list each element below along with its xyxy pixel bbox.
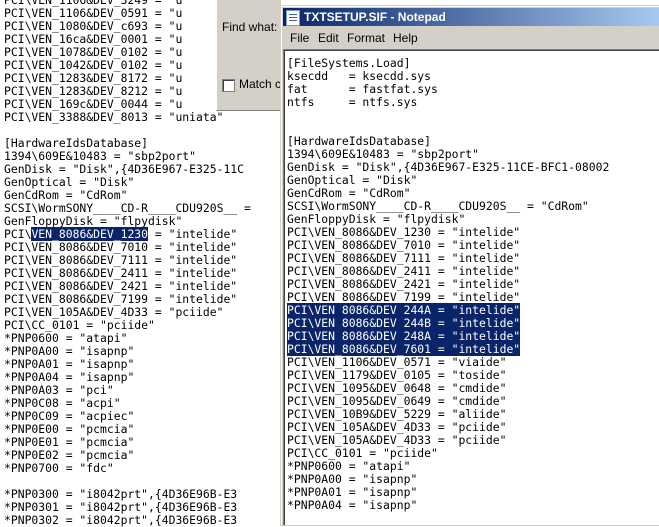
text-line: *PNP0302 = "i8042prt",{4D36E96B-E3 (4, 514, 304, 527)
match-case-checkbox[interactable] (222, 79, 235, 92)
line-text: PCI\VEN_1042&DEV_0102 = "u (4, 58, 183, 72)
line-text: PCI\VEN_1095&DEV_0648 = "cmdide" (287, 381, 507, 395)
line-text: GenOptical = "Disk" (287, 173, 418, 187)
line-text: *PNP0E01 = "pcmcia" (4, 435, 135, 449)
line-text: PCI\VEN_1078&DEV_0102 = "u (4, 45, 183, 59)
line-text: PCI\VEN_8086&DEV_7111 = "intelide" (4, 253, 238, 267)
line-text: *PNP0600 = "atapi" (4, 331, 128, 345)
line-text: 1394\609E&10483 = "sbp2port" (287, 147, 480, 161)
document-text[interactable]: [FileSystems.Load] ksecdd = ksecdd.sys fat… (287, 57, 609, 512)
line-text: *PNP0C08 = "acpi" (4, 396, 121, 410)
notepad-icon[interactable] (286, 10, 300, 26)
line-text: PCI\ (4, 227, 32, 241)
line-text: *PNP0E00 = "pcmcia" (4, 422, 135, 436)
line-text: GenDisk = "Disk",{4D36E967-E325-11CE-BFC… (287, 160, 610, 174)
selected-text: PCI\VEN_8086&DEV_244A = "intelide" (287, 303, 521, 317)
line-text: PCI\VEN_8086&DEV_7010 = "intelide" (287, 238, 521, 252)
menu-file[interactable]: File (290, 31, 309, 45)
line-text: *PNP0C09 = "acpiec" (4, 409, 135, 423)
line-text-rest: = "intelide" (148, 227, 238, 241)
line-text: *PNP0E02 = "pcmcia" (4, 448, 135, 462)
line-text: GenFloppyDisk = "flpydisk" (4, 214, 183, 228)
line-text: ntfs = ntfs.sys (287, 95, 418, 109)
selected-text: PCI\VEN_8086&DEV_244B = "intelide" (287, 316, 521, 330)
selected-text: PCI\VEN_8086&DEV_7601 = "intelide" (287, 342, 521, 356)
text-editor-area[interactable]: [FileSystems.Load] ksecdd = ksecdd.sys fat… (283, 49, 659, 525)
line-text: PCI\VEN_10B9&DEV_5229 = "aliide" (287, 407, 507, 421)
line-text: PCI\VEN_8086&DEV_2421 = "intelide" (287, 277, 521, 291)
line-text: PCI\VEN_8086&DEV_2411 = "intelide" (287, 264, 521, 278)
line-text: SCSI\WormSONY____CD-R____CDU920S__ = (4, 201, 251, 215)
line-text: PCI\VEN_8086&DEV_7199 = "intelide" (4, 292, 238, 306)
line-text: PCI\VEN_8086&DEV_7199 = "intelide" (287, 290, 521, 304)
line-text: GenCdRom = "CdRom" (4, 188, 128, 202)
line-text: PCI\VEN_1106&DEV_0591 = "u (4, 6, 183, 20)
line-text: *PNP0A00 = "isapnp" (287, 472, 418, 486)
line-text: *PNP0700 = "fdc" (4, 461, 114, 475)
line-text: PCI\VEN_8086&DEV_1230 = "intelide" (287, 225, 521, 239)
line-text: PCI\VEN_1283&DEV_8172 = "u (4, 71, 183, 85)
find-what-label: Find what: (222, 20, 278, 34)
selected-text: PCI\VEN_8086&DEV_248A = "intelide" (287, 329, 521, 343)
line-text: [HardwareIdsDatabase] (287, 134, 432, 148)
text-line: ntfs = ntfs.sys (287, 96, 609, 109)
line-text: *PNP0A04 = "isapnp" (4, 370, 135, 384)
line-text: ksecdd = ksecdd.sys (287, 69, 432, 83)
line-text: PCI\VEN_8086&DEV_2421 = "intelide" (4, 279, 238, 293)
line-text: PCI\VEN_1179&DEV_0105 = "toside" (287, 368, 507, 382)
notepad-window: TXTSETUP.SIF - Notepad File Edit Format … (280, 5, 659, 526)
line-text: GenFloppyDisk = "flpydisk" (287, 212, 466, 226)
line-text: GenOptical = "Disk" (4, 175, 135, 189)
line-text: PCI\VEN_1283&DEV_8212 = "u (4, 84, 183, 98)
line-text: GenDisk = "Disk",{4D36E967-E325-11C (4, 162, 245, 176)
line-text: PCI\VEN_1080&DEV_c693 = "u (4, 19, 183, 33)
find-dialog: Find what: Match c (216, 0, 281, 111)
line-text: PCI\VEN_1106&DEV_0571 = "viaide" (287, 355, 507, 369)
line-text: [FileSystems.Load] (287, 56, 411, 70)
line-text: PCI\VEN_8086&DEV_7111 = "intelide" (287, 251, 521, 265)
line-text: *PNP0302 = "i8042prt",{4D36E96B-E3 (4, 513, 238, 527)
line-text: *PNP0A03 = "pci" (4, 383, 114, 397)
line-text: *PNP0600 = "atapi" (287, 459, 411, 473)
menu-help[interactable]: Help (393, 31, 418, 45)
line-text: PCI\VEN_16ca&DEV_0001 = "u (4, 32, 183, 46)
line-text: *PNP0A01 = "isapnp" (4, 357, 135, 371)
line-text: PCI\VEN_8086&DEV_2411 = "intelide" (4, 266, 238, 280)
match-case-label: Match c (239, 77, 281, 91)
line-text: *PNP0A01 = "isapnp" (287, 485, 418, 499)
text-line: *PNP0700 = "fdc" (4, 462, 304, 475)
line-text: PCI\VEN_105A&DEV_4D33 = "pciide" (287, 420, 507, 434)
line-text: PCI\CC_0101 = "pciide" (4, 318, 155, 332)
line-text: PCI\VEN_105A&DEV_4D33 = "pciide" (4, 305, 224, 319)
line-text: PCI\VEN_3388&DEV_8013 = "uniata" (4, 110, 224, 124)
line-text: PCI\VEN_8086&DEV_7010 = "intelide" (4, 240, 238, 254)
menu-edit[interactable]: Edit (318, 31, 339, 45)
line-text: PCI\VEN_105A&DEV_4D33 = "pciide" (287, 433, 507, 447)
text-line (287, 109, 609, 122)
line-text: SCSI\WormSONY____CD-R____CDU920S__ = "Cd… (287, 199, 589, 213)
text-line: *PNP0A04 = "isapnp" (287, 499, 609, 512)
window-title: TXTSETUP.SIF - Notepad (304, 10, 446, 24)
line-text: 1394\609E&10483 = "sbp2port" (4, 149, 197, 163)
line-text: *PNP0301 = "i8042prt",{4D36E96B-E3 (4, 500, 238, 514)
menu-format[interactable]: Format (347, 31, 385, 45)
line-text: GenCdRom = "CdRom" (287, 186, 411, 200)
title-bar[interactable]: TXTSETUP.SIF - Notepad (283, 8, 659, 26)
line-text: PCI\VEN_1095&DEV_0649 = "cmdide" (287, 394, 507, 408)
line-text: *PNP0A00 = "isapnp" (4, 344, 135, 358)
line-text: *PNP0A04 = "isapnp" (287, 498, 418, 512)
line-text: [HardwareIdsDatabase] (4, 136, 149, 150)
line-text: *PNP0300 = "i8042prt",{4D36E96B-E3 (4, 487, 238, 501)
menu-bar: File Edit Format Help (283, 27, 659, 47)
selected-text: VEN_8086&DEV_1230 (31, 227, 149, 241)
line-text: PCI\CC_0101 = "pciide" (287, 446, 438, 460)
text-line: PCI\VEN_3388&DEV_8013 = "uniata" (4, 111, 304, 124)
line-text: fat = fastfat.sys (287, 82, 438, 96)
line-text: PCI\VEN_169c&DEV_0044 = "u (4, 97, 183, 111)
